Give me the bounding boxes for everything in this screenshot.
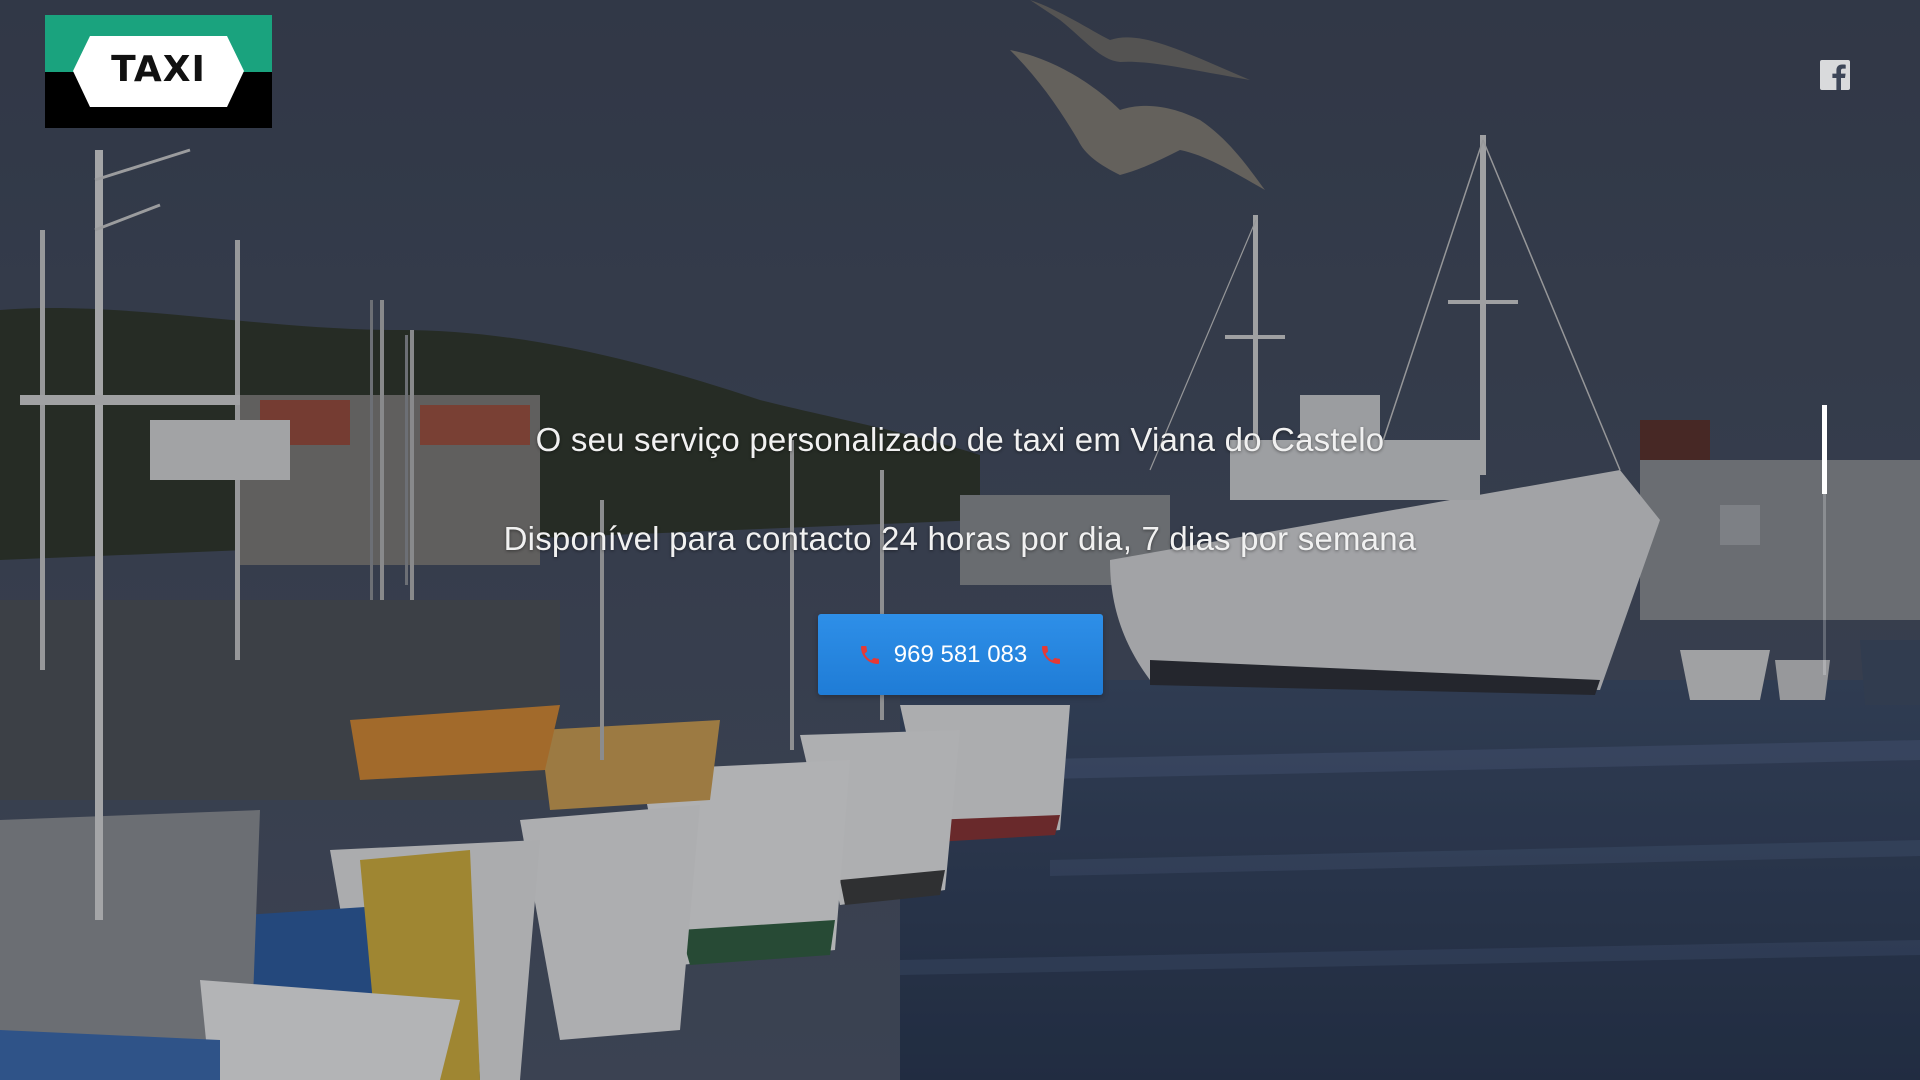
availability-text: Disponível para contacto 24 horas por di… [503,520,1417,557]
hero-tagline: O seu serviço personalizado de taxi em V… [535,421,1385,458]
call-phone-button[interactable]: 969 581 083 [818,614,1103,695]
scroll-thumb[interactable] [1822,405,1827,494]
facebook-link[interactable] [1820,60,1850,90]
phone-number: 969 581 083 [893,640,1028,668]
facebook-icon [1820,60,1850,90]
taxi-logo[interactable]: TAXI [45,15,272,128]
phone-icon [1042,645,1061,664]
logo-text: TAXI [111,49,206,90]
phone-icon [860,645,879,664]
scroll-indicator[interactable] [1822,405,1827,675]
